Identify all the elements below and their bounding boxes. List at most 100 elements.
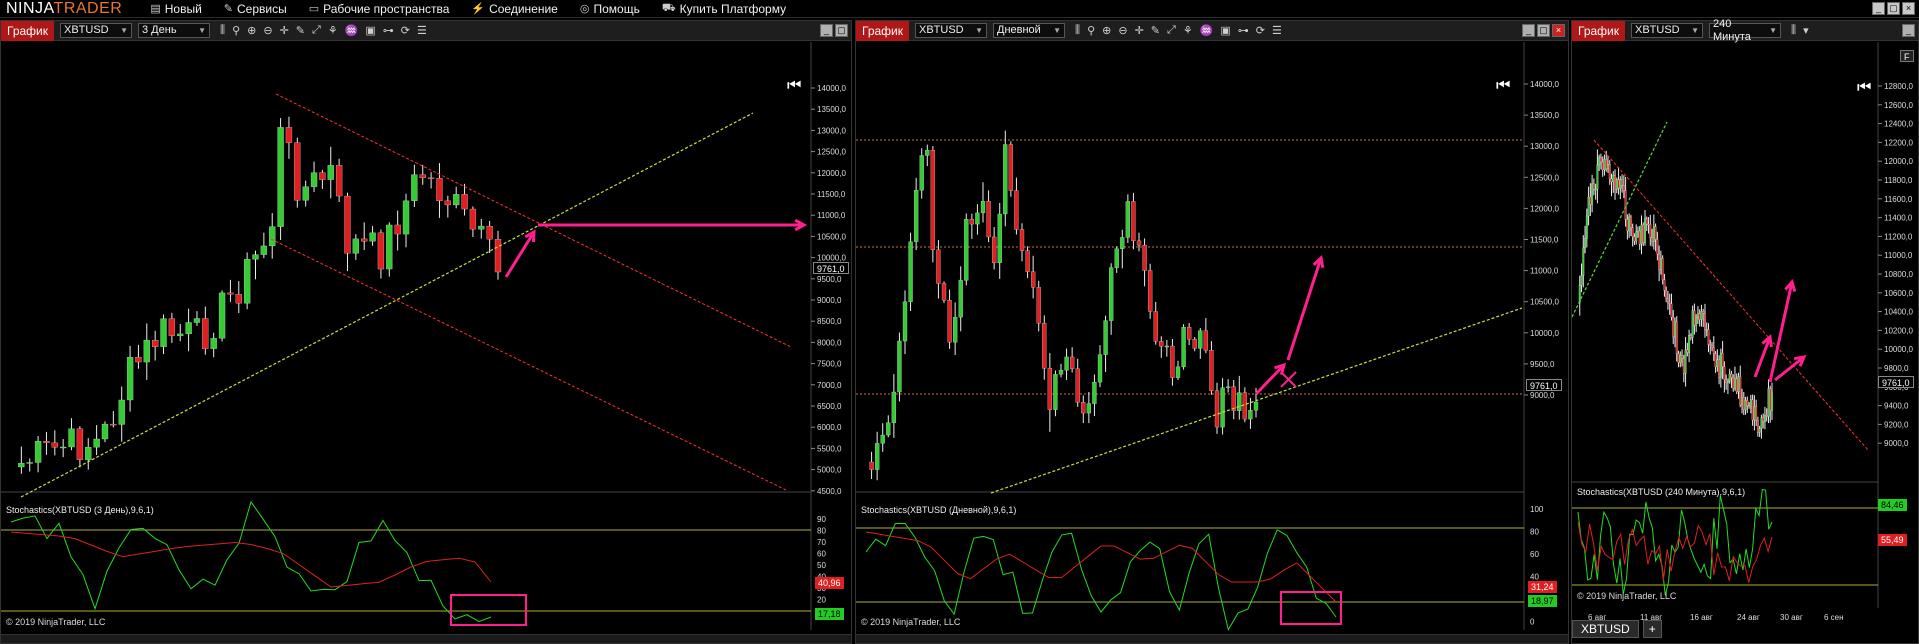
candle-body bbox=[1762, 417, 1765, 422]
period-select[interactable]: 240 Минута ▼ bbox=[1709, 18, 1781, 43]
candle-body bbox=[1601, 161, 1604, 171]
panel-maximize-icon[interactable]: ▢ bbox=[835, 24, 848, 37]
panel-close-icon[interactable]: × bbox=[1552, 24, 1565, 37]
screenshot-icon[interactable]: ▣ bbox=[1220, 24, 1230, 37]
instrument-select[interactable]: XBTUSD ▼ bbox=[915, 23, 987, 38]
corner-label[interactable]: F bbox=[1900, 50, 1914, 62]
menu-buy-platform[interactable]: ⛟ Купить Платформу bbox=[662, 2, 786, 16]
horizontal-scrollbar[interactable] bbox=[1, 634, 851, 643]
candle-body bbox=[85, 447, 92, 460]
screenshot-icon[interactable]: ▣ bbox=[365, 24, 375, 37]
panel-minimize-icon[interactable]: _ bbox=[1902, 24, 1915, 37]
candle-body bbox=[1220, 387, 1225, 428]
crosshair-icon[interactable]: ✛ bbox=[1135, 24, 1144, 37]
ruler-icon[interactable]: ⊶ bbox=[1238, 24, 1249, 37]
refresh-icon[interactable]: ⟳ bbox=[401, 24, 410, 37]
zoom-out-icon[interactable]: ⊖ bbox=[263, 24, 272, 37]
candle-body bbox=[1749, 399, 1752, 407]
candle-body bbox=[991, 236, 997, 264]
ruler-icon[interactable]: ⊶ bbox=[383, 24, 394, 37]
candle-body bbox=[1192, 339, 1197, 349]
drawing-tools-icon[interactable]: ⤢ bbox=[312, 24, 321, 37]
candle-body bbox=[1064, 356, 1069, 371]
menu-workspaces[interactable]: ▭ Рабочие пространства bbox=[309, 2, 450, 16]
search-icon[interactable]: ⚲ bbox=[1087, 24, 1095, 37]
zoom-out-icon[interactable]: ⊖ bbox=[1118, 24, 1127, 37]
panel-minimize-icon[interactable]: _ bbox=[1522, 24, 1535, 37]
zoom-in-icon[interactable]: ⊕ bbox=[247, 24, 256, 37]
candle-body bbox=[1689, 335, 1692, 338]
last-price-tag: 9761,0 bbox=[1878, 376, 1914, 388]
horizontal-scrollbar[interactable] bbox=[856, 634, 1568, 643]
price-axis-label: 14000,0 bbox=[817, 84, 846, 93]
price-axis-label: 10500,0 bbox=[1530, 298, 1559, 307]
candle-body bbox=[1231, 386, 1236, 411]
price-axis-label: 12500,0 bbox=[1530, 173, 1559, 182]
candle-body bbox=[1734, 378, 1736, 389]
candle-body bbox=[1656, 239, 1659, 255]
minimize-icon[interactable]: _ bbox=[1872, 2, 1885, 15]
candle-body bbox=[177, 333, 184, 336]
candle-body bbox=[118, 399, 125, 425]
candle-body bbox=[947, 300, 952, 343]
bars-type-icon[interactable]: ⫼ bbox=[1791, 24, 1796, 37]
chart-canvas[interactable]: 12800,0 12600,0 12400,0 12200,0 12000,0 11800… bbox=[1572, 42, 1918, 638]
price-axis-label: 10200,0 bbox=[1884, 326, 1913, 335]
panel-maximize-icon[interactable]: ▢ bbox=[1537, 24, 1550, 37]
menu-help[interactable]: ◎ Помощь bbox=[580, 2, 640, 16]
zoom-in-icon[interactable]: ⊕ bbox=[1102, 24, 1111, 37]
candle-body bbox=[1755, 406, 1758, 421]
candle-body bbox=[902, 301, 908, 342]
candle-body bbox=[1125, 201, 1131, 238]
instrument-select[interactable]: XBTUSD ▼ bbox=[60, 23, 132, 38]
price-axis-label: 6500,0 bbox=[817, 402, 842, 411]
tab-xbtusd[interactable]: XBTUSD bbox=[1572, 620, 1639, 638]
indicator-icon[interactable]: ♒ bbox=[345, 24, 359, 37]
strategy-icon[interactable]: ⚘ bbox=[328, 24, 338, 37]
candle-body bbox=[930, 150, 936, 250]
bars-type-icon[interactable]: ⫼ bbox=[220, 24, 225, 37]
candle-body bbox=[1047, 368, 1053, 410]
candle-body bbox=[1214, 390, 1220, 428]
stoch-axis-label: 20 bbox=[817, 596, 826, 605]
panel-minimize-icon[interactable]: _ bbox=[820, 24, 833, 37]
candle-body bbox=[1103, 320, 1108, 355]
candle-body bbox=[1036, 287, 1041, 324]
candle-body bbox=[185, 322, 192, 335]
candle-body bbox=[461, 194, 468, 210]
close-icon[interactable]: × bbox=[1902, 2, 1915, 15]
crosshair-icon[interactable]: ✛ bbox=[280, 24, 289, 37]
price-axis-label: 12800,0 bbox=[1884, 82, 1913, 91]
menu-connection[interactable]: ⚡ Соединение bbox=[471, 2, 557, 16]
drawing-tools-icon[interactable]: ⤢ bbox=[1167, 24, 1176, 37]
candle-body bbox=[1582, 247, 1585, 276]
refresh-icon[interactable]: ⟳ bbox=[1256, 24, 1265, 37]
candle-body bbox=[1714, 353, 1717, 367]
add-tab-button[interactable]: + bbox=[1642, 620, 1662, 638]
candle-body bbox=[1670, 303, 1673, 318]
candle-body bbox=[1628, 216, 1631, 232]
strategy-icon[interactable]: ⚘ bbox=[1183, 24, 1193, 37]
search-icon[interactable]: ⚲ bbox=[232, 24, 240, 37]
menu-icon[interactable]: ▾ bbox=[1803, 24, 1809, 37]
period-select[interactable]: Дневной ▼ bbox=[993, 23, 1065, 38]
candle-body bbox=[1237, 392, 1242, 411]
menu-services[interactable]: ✎ Сервисы bbox=[224, 2, 287, 16]
maximize-icon[interactable]: ▢ bbox=[1887, 2, 1900, 15]
period-select[interactable]: 3 День ▼ bbox=[138, 23, 210, 38]
chart-canvas[interactable]: 14000,0 13500,0 13000,0 12500,0 12000,0 11500… bbox=[1, 42, 851, 642]
chart-canvas[interactable]: 14000,0 13500,0 13000,0 12500,0 12000,0 11500… bbox=[856, 42, 1568, 642]
menu-new[interactable]: ▤ Новый bbox=[150, 2, 201, 16]
properties-icon[interactable]: ☰ bbox=[1272, 24, 1282, 37]
candle-body bbox=[1668, 301, 1671, 304]
indicator-icon[interactable]: ♒ bbox=[1200, 24, 1214, 37]
candle-body bbox=[1672, 317, 1675, 338]
pencil-icon[interactable]: ✎ bbox=[1151, 24, 1160, 37]
price-axis-label: 10800,0 bbox=[1884, 270, 1913, 279]
properties-icon[interactable]: ☰ bbox=[417, 24, 427, 37]
candle-body bbox=[1108, 267, 1114, 321]
candle-body bbox=[1767, 388, 1770, 417]
instrument-select[interactable]: XBTUSD ▼ bbox=[1631, 23, 1703, 38]
pencil-icon[interactable]: ✎ bbox=[296, 24, 305, 37]
bars-type-icon[interactable]: ⫼ bbox=[1075, 24, 1080, 37]
